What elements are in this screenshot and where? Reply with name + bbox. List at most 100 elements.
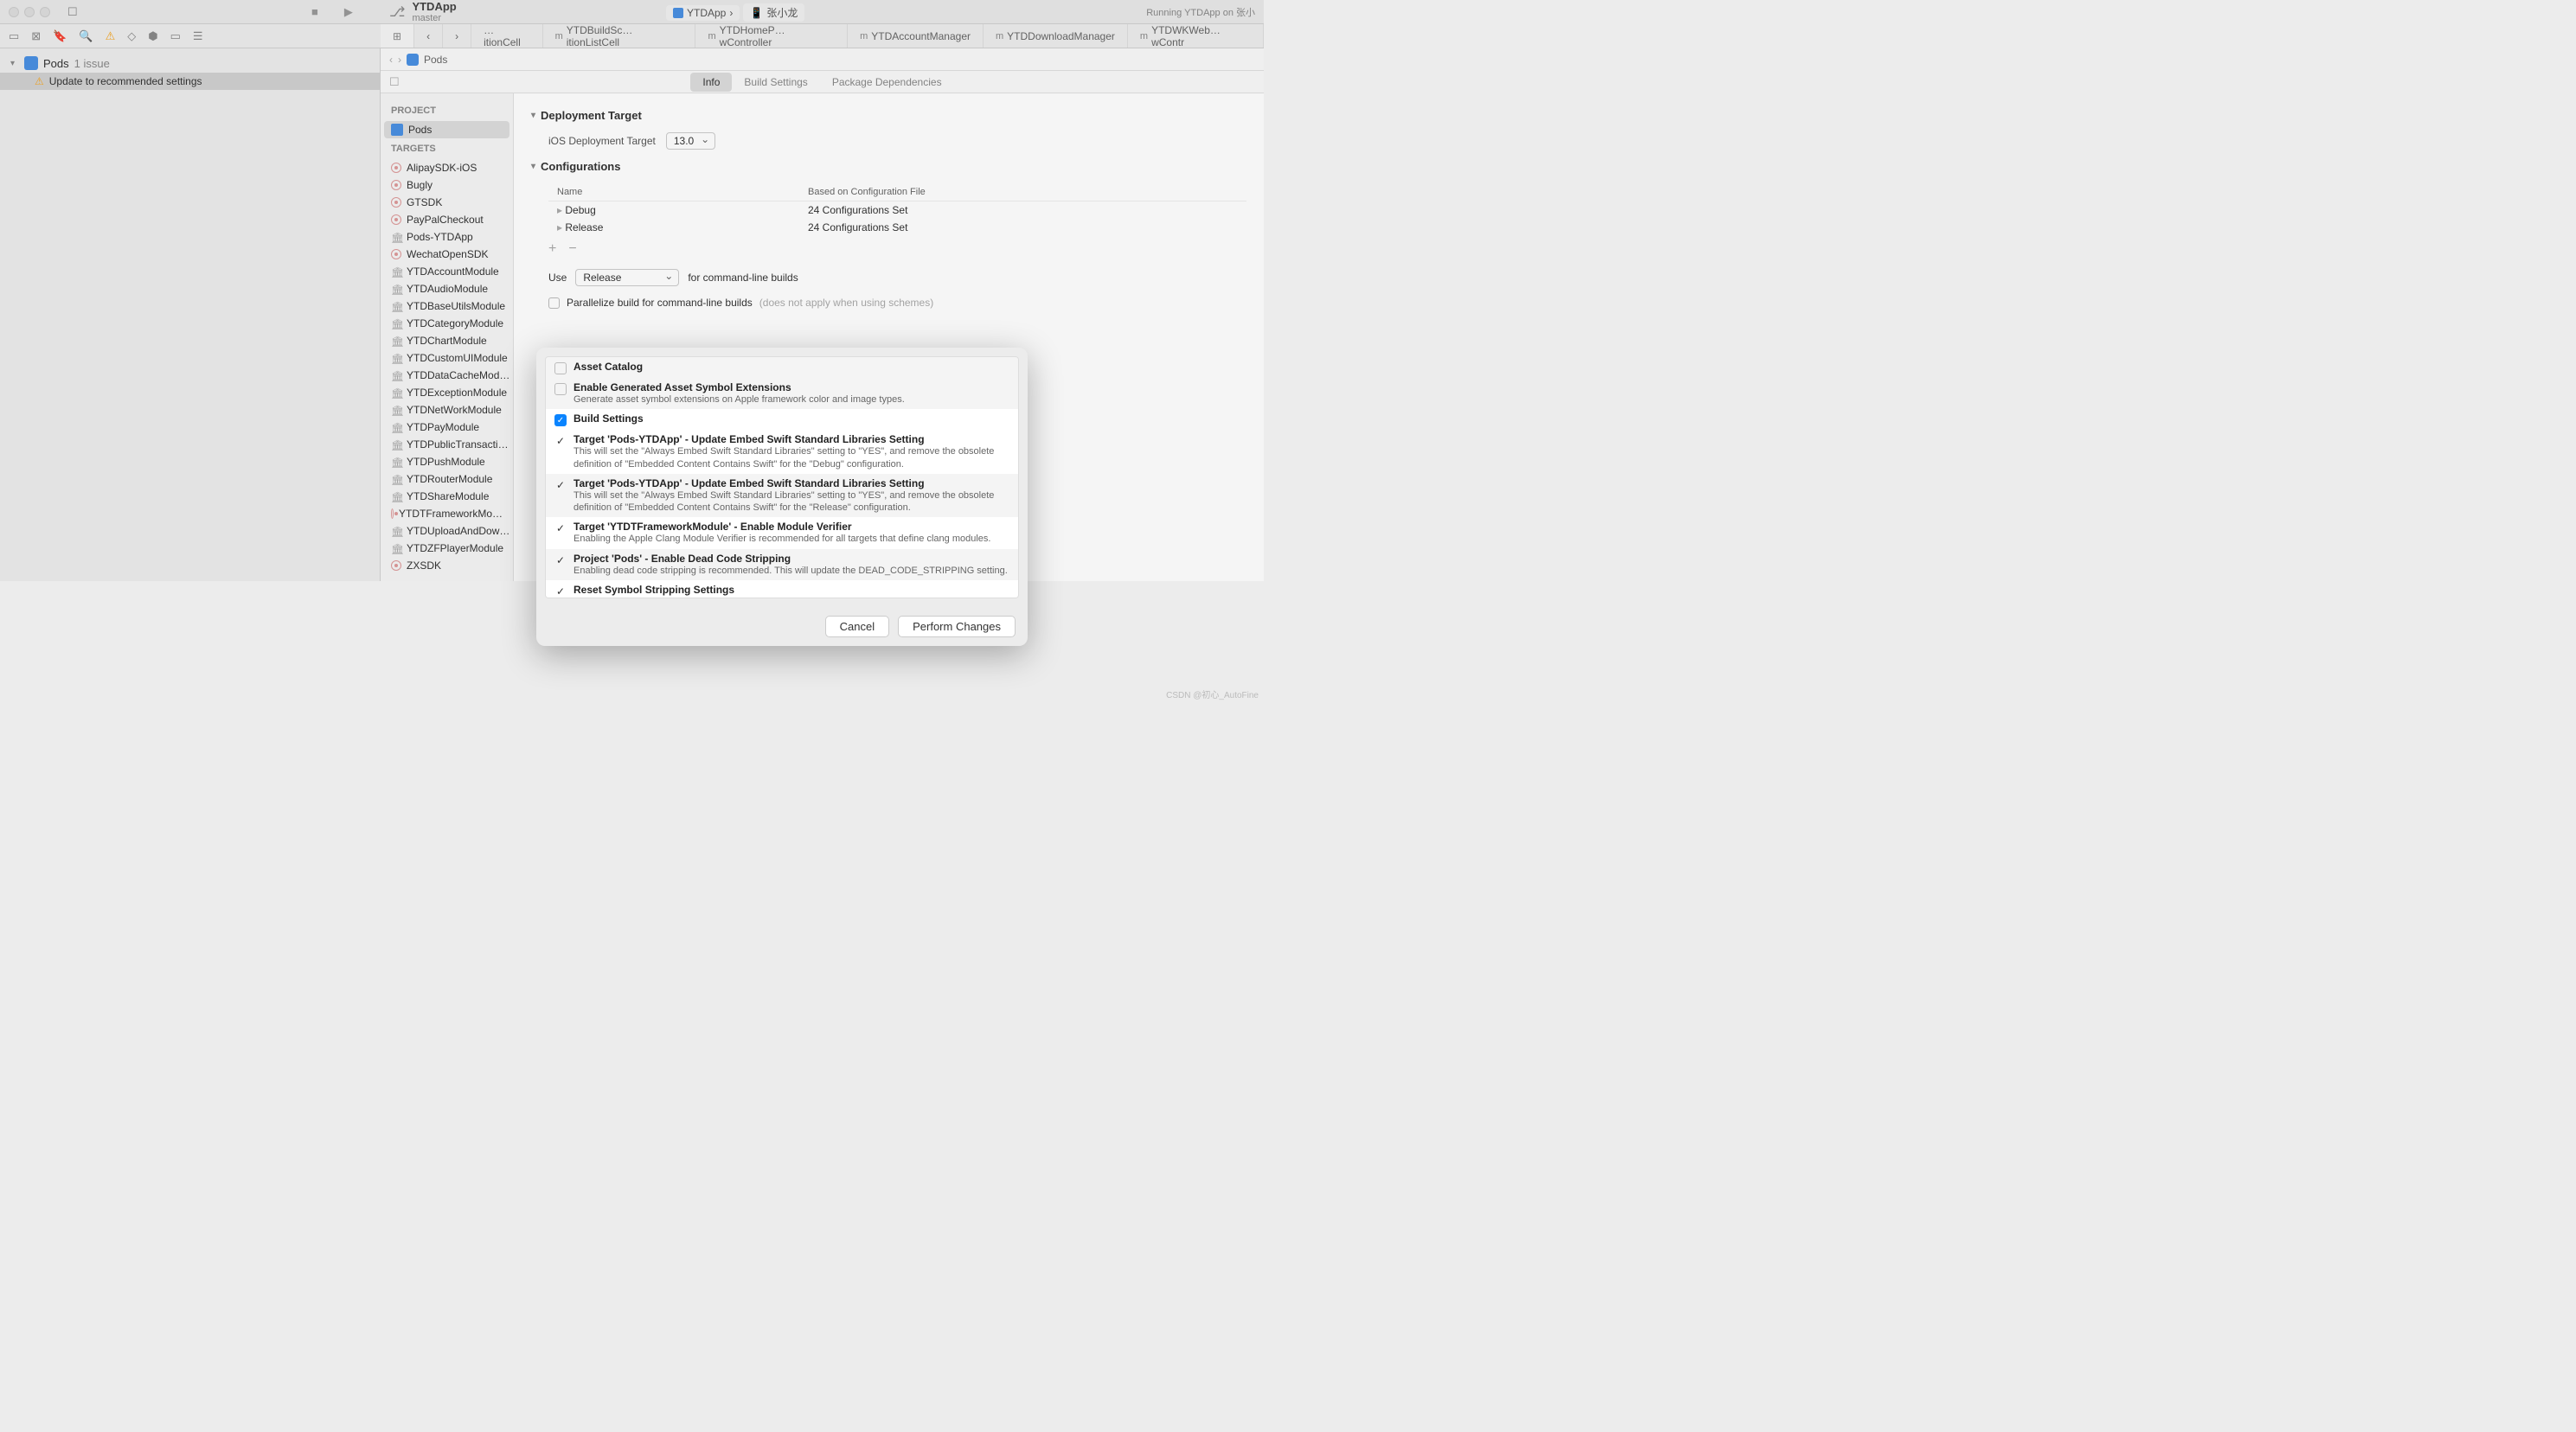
run-button-icon[interactable]: ▶: [344, 5, 353, 19]
config-row[interactable]: ▸ Debug24 Configurations Set: [548, 201, 1246, 219]
setting-row[interactable]: ✓Project 'Pods' - Enable Dead Code Strip…: [546, 549, 1018, 580]
search-icon[interactable]: 🔍: [79, 29, 93, 43]
nav-back-icon[interactable]: ‹: [389, 54, 393, 66]
target-item[interactable]: 🏛YTDAccountModule: [384, 263, 509, 280]
tab-itioncell[interactable]: …itionCell: [471, 24, 543, 48]
target-item[interactable]: 🏛YTDUploadAndDow…: [384, 522, 509, 540]
sidebar-toggle-icon[interactable]: ☐: [67, 5, 78, 19]
debug-icon[interactable]: ⬢: [148, 29, 157, 43]
tab-info[interactable]: Info: [690, 73, 732, 92]
disclosure-icon[interactable]: ▸: [557, 221, 562, 233]
target-item[interactable]: WechatOpenSDK: [384, 246, 509, 263]
target-item[interactable]: 🏛YTDExceptionModule: [384, 384, 509, 401]
use-config-dropdown[interactable]: Release: [575, 269, 679, 286]
checkmark-icon[interactable]: ✓: [554, 435, 567, 447]
deployment-section[interactable]: ▾ Deployment Target: [531, 102, 1246, 129]
checkmark-icon[interactable]: ✓: [554, 522, 567, 534]
target-item[interactable]: 🏛Pods-YTDApp: [384, 228, 509, 246]
project-group[interactable]: ▾ Pods 1 issue: [0, 54, 380, 73]
settings-list: Asset CatalogEnable Generated Asset Symb…: [545, 356, 1019, 598]
project-label: Pods: [43, 57, 69, 70]
target-item[interactable]: 🏛YTDPublicTransacti…: [384, 436, 509, 453]
bookmark-icon[interactable]: 🔖: [53, 29, 67, 43]
setting-row[interactable]: ✓Reset Symbol Stripping Settings: [546, 580, 1018, 598]
nav-forward[interactable]: ›: [443, 24, 471, 48]
config-based: 24 Configurations Set: [808, 204, 1246, 216]
disclosure-icon[interactable]: ▾: [10, 59, 19, 68]
setting-row[interactable]: ✓Target 'Pods-YTDApp' - Update Embed Swi…: [546, 430, 1018, 474]
target-item[interactable]: 🏛YTDShareModule: [384, 488, 509, 505]
deployment-target-dropdown[interactable]: 13.0: [666, 132, 715, 150]
add-config-icon[interactable]: +: [548, 241, 556, 257]
disclosure-icon[interactable]: ▾: [531, 111, 535, 120]
source-control-icon[interactable]: ⊠: [31, 29, 41, 43]
tab-pods-project[interactable]: ⊞: [381, 24, 414, 48]
target-item[interactable]: 🏛YTDZFPlayerModule: [384, 540, 509, 557]
target-item[interactable]: ZXSDK: [384, 557, 509, 574]
folder-icon[interactable]: ▭: [9, 29, 19, 43]
checkbox-empty[interactable]: [554, 383, 567, 395]
config-row[interactable]: ▸ Release24 Configurations Set: [548, 219, 1246, 236]
tab-label: YTDDownloadManager: [1007, 30, 1115, 42]
target-item[interactable]: 🏛YTDNetWorkModule: [384, 401, 509, 419]
close-window[interactable]: [9, 7, 19, 17]
breadcrumb-item[interactable]: Pods: [424, 54, 447, 66]
framework-icon: 🏛: [391, 405, 401, 415]
target-item[interactable]: 🏛YTDPushModule: [384, 453, 509, 470]
target-item[interactable]: 🏛YTDChartModule: [384, 332, 509, 349]
tests-icon[interactable]: ◇: [127, 29, 136, 43]
target-item[interactable]: 🏛YTDCustomUIModule: [384, 349, 509, 367]
device-icon: 📱: [750, 7, 763, 19]
tab-account[interactable]: mYTDAccountManager: [848, 24, 984, 48]
scheme-selector[interactable]: YTDApp ›: [666, 5, 740, 21]
target-item[interactable]: PayPalCheckout: [384, 211, 509, 228]
configurations-section[interactable]: ▾ Configurations: [531, 153, 1246, 180]
nav-back[interactable]: ‹: [414, 24, 443, 48]
issue-item[interactable]: ⚠ Update to recommended settings: [0, 73, 380, 90]
target-item[interactable]: 🏛YTDRouterModule: [384, 470, 509, 488]
disclosure-icon[interactable]: ▾: [531, 162, 535, 171]
setting-row[interactable]: Enable Generated Asset Symbol Extensions…: [546, 378, 1018, 409]
nav-fwd-icon[interactable]: ›: [398, 54, 401, 66]
tab-build-settings[interactable]: Build Settings: [732, 73, 819, 92]
checkmark-icon[interactable]: ✓: [554, 554, 567, 566]
setting-row[interactable]: ✓Build Settings: [546, 409, 1018, 430]
tab-download[interactable]: mYTDDownloadManager: [984, 24, 1128, 48]
tab-label: …itionCell: [484, 24, 530, 48]
stop-button-icon[interactable]: ■: [311, 5, 318, 19]
parallelize-checkbox[interactable]: [548, 297, 560, 309]
targets-header: TARGETS: [384, 138, 509, 159]
device-selector[interactable]: 📱 张小龙: [743, 3, 804, 22]
reports-icon[interactable]: ☰: [193, 29, 203, 43]
issues-icon[interactable]: ⚠: [106, 29, 116, 43]
target-item[interactable]: 🏛YTDDataCacheMod…: [384, 367, 509, 384]
cancel-button[interactable]: Cancel: [825, 616, 889, 637]
zoom-window[interactable]: [40, 7, 50, 17]
sidebar-toggle-icon[interactable]: ☐: [389, 75, 400, 89]
project-item[interactable]: Pods: [384, 121, 509, 138]
target-item[interactable]: YTDTFrameworkMo…: [384, 505, 509, 522]
checkmark-icon[interactable]: ✓: [554, 479, 567, 491]
checkbox-checked[interactable]: ✓: [554, 414, 567, 426]
target-item[interactable]: GTSDK: [384, 194, 509, 211]
tab-homep[interactable]: mYTDHomeP…wController: [695, 24, 848, 48]
disclosure-icon[interactable]: ▸: [557, 204, 562, 216]
target-item[interactable]: 🏛YTDCategoryModule: [384, 315, 509, 332]
breakpoints-icon[interactable]: ▭: [170, 29, 181, 43]
setting-row[interactable]: ✓Target 'YTDTFrameworkModule' - Enable M…: [546, 517, 1018, 548]
target-item[interactable]: Bugly: [384, 176, 509, 194]
target-item[interactable]: 🏛YTDBaseUtilsModule: [384, 297, 509, 315]
tab-package-deps[interactable]: Package Dependencies: [820, 73, 954, 92]
remove-config-icon[interactable]: −: [568, 241, 576, 257]
minimize-window[interactable]: [24, 7, 35, 17]
setting-row[interactable]: ✓Target 'Pods-YTDApp' - Update Embed Swi…: [546, 474, 1018, 518]
perform-changes-button[interactable]: Perform Changes: [898, 616, 1016, 637]
target-item[interactable]: 🏛YTDAudioModule: [384, 280, 509, 297]
checkbox-empty[interactable]: [554, 362, 567, 374]
setting-row[interactable]: Asset Catalog: [546, 357, 1018, 378]
target-item[interactable]: AlipaySDK-iOS: [384, 159, 509, 176]
tab-buildsc[interactable]: mYTDBuildSc…itionListCell: [543, 24, 696, 48]
checkmark-icon[interactable]: ✓: [554, 585, 567, 598]
target-item[interactable]: 🏛YTDPayModule: [384, 419, 509, 436]
tab-wkweb[interactable]: mYTDWKWeb…wContr: [1128, 24, 1264, 48]
